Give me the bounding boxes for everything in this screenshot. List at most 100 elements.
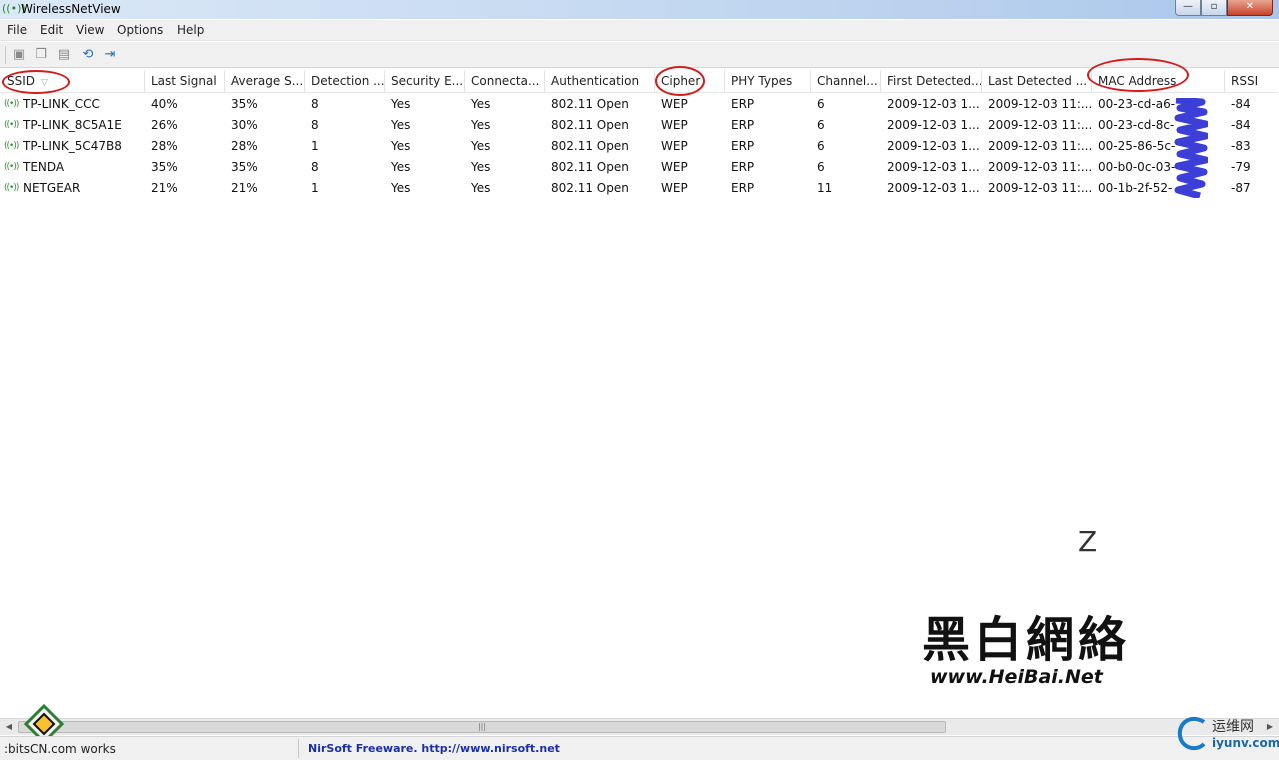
column-header-rssi[interactable]: RSSI	[1225, 70, 1278, 93]
column-header-first-detected[interactable]: First Detected...	[881, 70, 982, 93]
wifi-signal-icon: ((•))	[4, 183, 19, 193]
cell-average-signal: 35%	[231, 160, 258, 174]
cell-authentication: 802.11 Open	[551, 118, 629, 132]
menu-bar: File Edit View Options Help	[0, 20, 1279, 41]
status-divider	[298, 739, 299, 758]
horizontal-scrollbar[interactable]: ◀ ||| ▶	[0, 718, 1279, 735]
cell-channel: 6	[817, 160, 825, 174]
cell-last-signal: 40%	[151, 97, 178, 111]
cell-channel: 6	[817, 139, 825, 153]
cell-average-signal: 30%	[231, 118, 258, 132]
cell-phy-types: ERP	[731, 118, 755, 132]
table-row[interactable]: ((•)) TP-LINK_CCC 40% 35% 8 Yes Yes 802.11 Open…	[1, 94, 1278, 115]
status-network-count: :bitsCN.com works	[4, 742, 116, 756]
menu-help[interactable]: Help	[177, 23, 204, 37]
column-header-ssid[interactable]: SSID ▽	[1, 70, 145, 93]
column-header-last-detected[interactable]: Last Detected ...	[982, 70, 1092, 93]
cell-ssid: ((•)) TP-LINK_CCC	[1, 94, 145, 115]
maximize-button[interactable]: ▫	[1201, 0, 1227, 16]
column-header-connectable[interactable]: Connecta...	[465, 70, 545, 93]
cell-last-signal: 28%	[151, 139, 178, 153]
menu-options[interactable]: Options	[117, 23, 163, 37]
cell-security: Yes	[391, 181, 411, 195]
refresh-icon[interactable]: ⟲	[78, 45, 98, 65]
cell-authentication: 802.11 Open	[551, 139, 629, 153]
wifi-app-icon: ((•))	[2, 2, 26, 15]
cell-last-signal: 21%	[151, 181, 178, 195]
cell-phy-types: ERP	[731, 160, 755, 174]
table-row[interactable]: ((•)) TENDA 35% 35% 8 Yes Yes 802.11 Open WEP ERP…	[1, 157, 1278, 178]
wifi-signal-icon: ((•))	[4, 99, 19, 109]
status-bar: :bitsCN.com works NirSoft Freeware. http…	[0, 736, 1279, 760]
cell-security: Yes	[391, 97, 411, 111]
cell-detection: 8	[311, 97, 319, 111]
window-title: WirelessNetView	[21, 2, 121, 16]
scrollbar-thumb[interactable]: |||	[18, 721, 946, 733]
cell-first-detected: 2009-12-03 1...	[887, 181, 980, 195]
cell-cipher: WEP	[661, 160, 688, 174]
cell-authentication: 802.11 Open	[551, 160, 629, 174]
iyunv-logo: 运维网 iyunv.com	[1176, 712, 1279, 758]
cell-first-detected: 2009-12-03 1...	[887, 139, 980, 153]
cell-phy-types: ERP	[731, 181, 755, 195]
cell-last-detected: 2009-12-03 11:...	[988, 97, 1092, 111]
cell-last-detected: 2009-12-03 11:...	[988, 160, 1092, 174]
cell-phy-types: ERP	[731, 139, 755, 153]
cell-security: Yes	[391, 160, 411, 174]
ssid-text: TENDA	[23, 160, 65, 174]
watermark-url: www.HeiBai.Net	[930, 666, 1103, 688]
iyunv-chinese: 运维网	[1212, 719, 1254, 735]
ssid-text: TP-LINK_CCC	[23, 97, 100, 111]
title-bar[interactable]: ((•)) WirelessNetView — ▫ ✕	[0, 0, 1279, 19]
toolbar: ▣ ❐ ▤ ⟲ ⇥	[0, 42, 1279, 68]
column-header-security[interactable]: Security E...	[385, 70, 465, 93]
table-row[interactable]: ((•)) TP-LINK_5C47B8 28% 28% 1 Yes Yes 802.11 O…	[1, 136, 1278, 157]
cell-connectable: Yes	[471, 97, 491, 111]
column-header-channel[interactable]: Channel...	[811, 70, 881, 93]
cell-rssi: -84	[1231, 118, 1251, 132]
cell-connectable: Yes	[471, 160, 491, 174]
cell-last-signal: 26%	[151, 118, 178, 132]
cell-phy-types: ERP	[731, 97, 755, 111]
cell-channel: 6	[817, 97, 825, 111]
cell-cipher: WEP	[661, 181, 688, 195]
cell-detection: 8	[311, 160, 319, 174]
ssid-text: NETGEAR	[23, 181, 81, 195]
menu-file[interactable]: File	[7, 23, 27, 37]
column-header-cipher[interactable]: Cipher	[655, 70, 725, 93]
cell-channel: 6	[817, 118, 825, 132]
cell-detection: 8	[311, 118, 319, 132]
heibai-watermark: 黑白網絡 www.HeiBai.Net	[922, 612, 1152, 692]
exit-icon[interactable]: ⇥	[100, 45, 120, 65]
cell-cipher: WEP	[661, 118, 688, 132]
cell-detection: 1	[311, 181, 319, 195]
column-header-average-signal[interactable]: Average S...	[225, 70, 305, 93]
cell-connectable: Yes	[471, 139, 491, 153]
table-row[interactable]: ((•)) TP-LINK_8C5A1E 26% 30% 8 Yes Yes 802.11 O…	[1, 115, 1278, 136]
properties-icon[interactable]: ▤	[54, 45, 74, 65]
minimize-button[interactable]: —	[1175, 0, 1201, 16]
copy-icon[interactable]: ❐	[31, 45, 51, 65]
column-header-authentication[interactable]: Authentication	[545, 70, 655, 93]
cell-security: Yes	[391, 139, 411, 153]
menu-edit[interactable]: Edit	[40, 23, 63, 37]
menu-view[interactable]: View	[76, 23, 104, 37]
column-header-detection[interactable]: Detection ...	[305, 70, 385, 93]
nirsoft-link[interactable]: NirSoft Freeware. http://www.nirsoft.net	[308, 742, 560, 755]
column-header-mac-address[interactable]: MAC Address	[1092, 70, 1225, 93]
column-header-last-signal[interactable]: Last Signal	[145, 70, 225, 93]
column-header-phy-types[interactable]: PHY Types	[725, 70, 811, 93]
cell-ssid: ((•)) TP-LINK_8C5A1E	[1, 115, 145, 136]
save-icon[interactable]: ▣	[9, 45, 29, 65]
cell-ssid: ((•)) NETGEAR	[1, 178, 145, 199]
close-button[interactable]: ✕	[1227, 0, 1273, 16]
cell-connectable: Yes	[471, 181, 491, 195]
scroll-left-icon[interactable]: ◀	[2, 721, 16, 733]
cell-ssid: ((•)) TENDA	[1, 157, 145, 178]
cell-ssid: ((•)) TP-LINK_5C47B8	[1, 136, 145, 157]
cell-last-detected: 2009-12-03 11:...	[988, 139, 1092, 153]
cell-rssi: -84	[1231, 97, 1251, 111]
cell-cipher: WEP	[661, 97, 688, 111]
watermark-chinese: 黑白網絡	[922, 612, 1131, 668]
table-row[interactable]: ((•)) NETGEAR 21% 21% 1 Yes Yes 802.11 Open WEP E…	[1, 178, 1278, 199]
